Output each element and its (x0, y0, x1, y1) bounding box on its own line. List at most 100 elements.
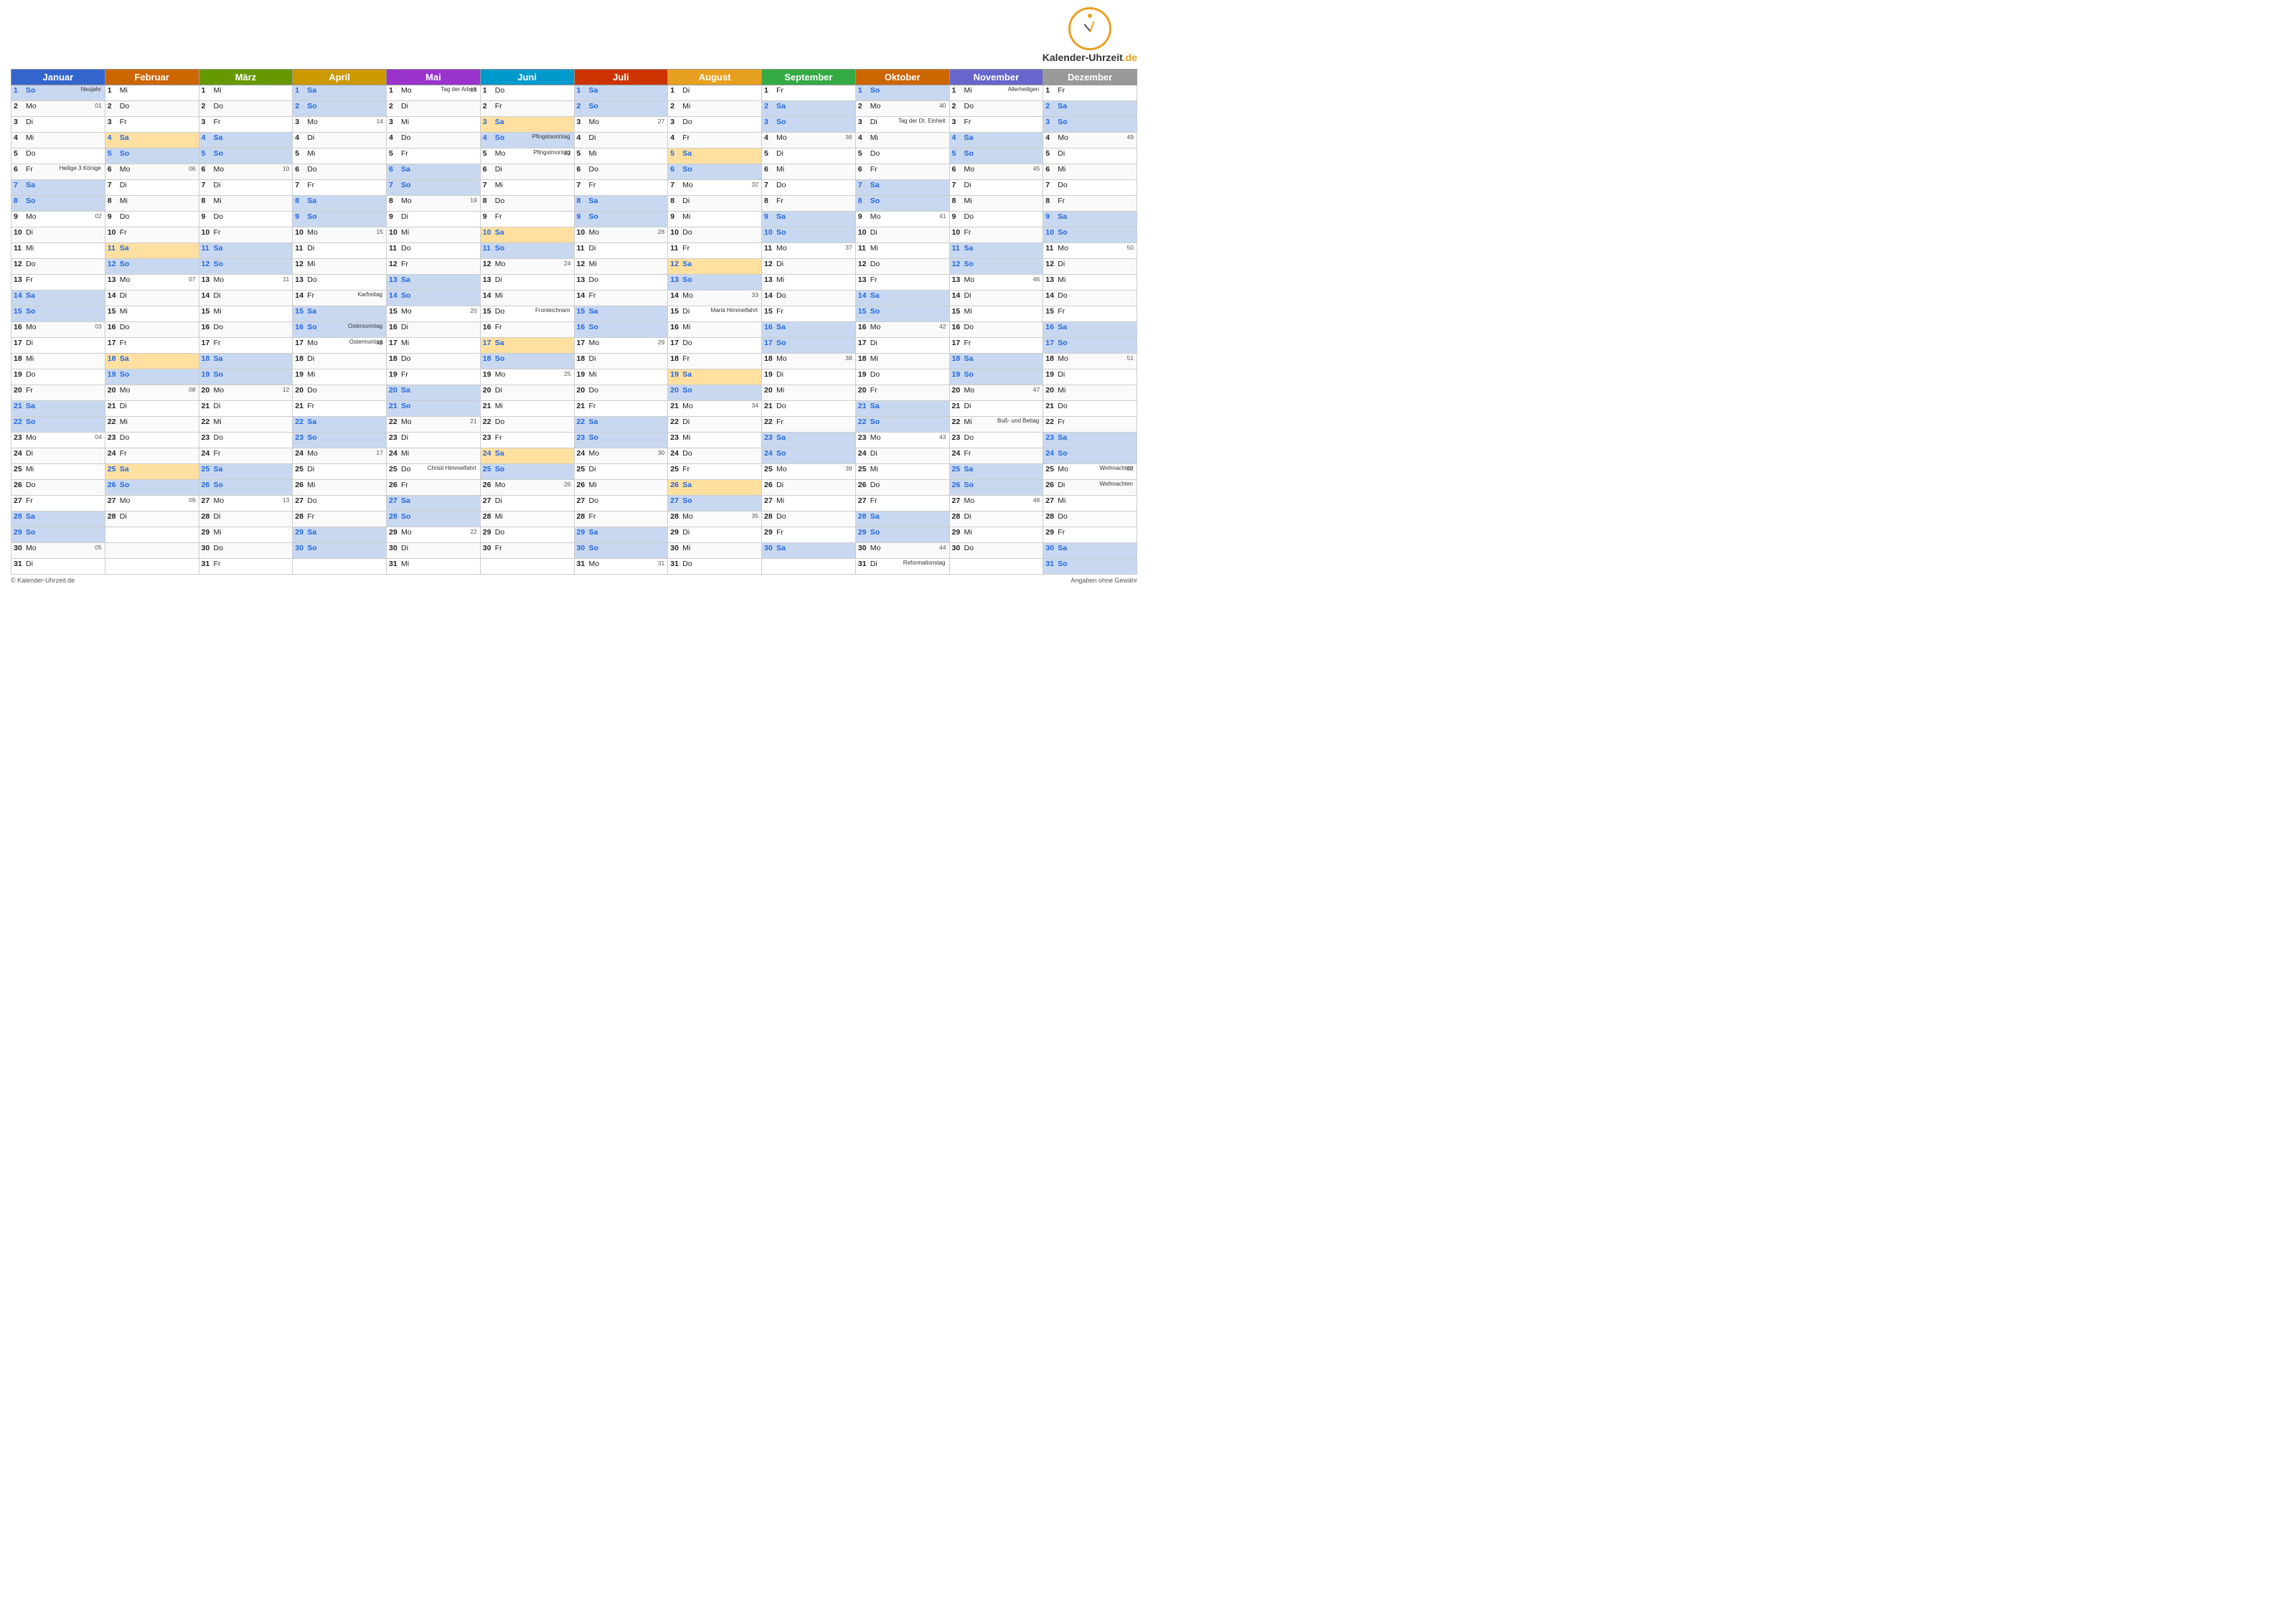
day-name: Sa (964, 244, 974, 253)
day-number: 18 (670, 354, 682, 363)
day-name: Di (776, 260, 784, 268)
day-number: 12 (483, 260, 494, 268)
day-number: 23 (108, 433, 119, 442)
day-name: Di (964, 402, 971, 410)
day-name: So (1058, 228, 1067, 237)
day-cell: 13 So (668, 275, 762, 291)
day-cell: 18 Mo38 (762, 354, 856, 369)
day-name: Mo (401, 528, 412, 537)
day-name: So (120, 260, 129, 268)
day-number: 11 (858, 244, 870, 253)
day-number: 11 (295, 244, 306, 253)
day-cell: 10 Fr (199, 227, 293, 243)
day-name: Do (682, 339, 692, 347)
day-number: 5 (295, 149, 306, 158)
day-number: 25 (295, 465, 306, 473)
week-number: 33 (752, 291, 758, 298)
day-cell: 26 Mo26 (480, 480, 574, 496)
day-cell: 15 Mi (105, 306, 199, 322)
week-number: 30 (658, 449, 664, 456)
day-cell: 4 Sa (949, 133, 1043, 148)
day-number: 27 (202, 496, 213, 505)
day-name: Sa (26, 291, 35, 300)
day-number: 12 (389, 260, 400, 268)
day-name: Fr (495, 212, 502, 221)
day-cell: 26 So (199, 480, 293, 496)
day-number: 18 (952, 354, 964, 363)
day-cell: 17 Fr (949, 338, 1043, 354)
day-cell: 31 Di (11, 559, 105, 575)
day-cell: 26 DiWeihnachten (1043, 480, 1137, 496)
day-cell: 4 Mo49 (1043, 133, 1137, 148)
day-number: 6 (952, 165, 964, 174)
day-name: Do (495, 418, 504, 426)
day-name: Sa (682, 149, 692, 158)
day-name: Di (682, 528, 690, 537)
day-name: Sa (870, 402, 880, 410)
day-cell: 18 Mi (855, 354, 949, 369)
day-cell: 19 Mi (293, 369, 387, 385)
week-number: 42 (939, 323, 946, 330)
day-number: 19 (295, 370, 306, 379)
day-number: 2 (108, 102, 119, 110)
day-number: 9 (295, 212, 306, 221)
day-cell: 30 Sa (762, 543, 856, 559)
day-name: Di (307, 354, 314, 363)
day-cell: 19 So (949, 369, 1043, 385)
day-cell: 2 Di (387, 101, 481, 117)
day-name: Fr (870, 496, 878, 505)
day-cell: 6 Do (574, 164, 668, 180)
day-cell: 23 Mo43 (855, 433, 949, 448)
day-number: 10 (764, 228, 776, 237)
day-name: So (495, 133, 504, 142)
day-cell: 20 Mo12 (199, 385, 293, 401)
day-cell: 27 Do (574, 496, 668, 512)
day-name: Fr (26, 496, 33, 505)
day-number: 22 (952, 418, 964, 426)
day-name: Sa (120, 354, 129, 363)
day-number: 10 (14, 228, 25, 237)
day-number: 28 (483, 512, 494, 521)
day-name: Mo (26, 433, 37, 442)
day-name: Mo (682, 291, 693, 300)
day-cell: 24 Fr (949, 448, 1043, 464)
day-number: 16 (858, 323, 870, 331)
day-name: So (589, 102, 598, 110)
day-cell: 21 Di (949, 401, 1043, 417)
day-number: 15 (858, 307, 870, 316)
day-number: 28 (858, 512, 870, 521)
day-number: 25 (108, 465, 119, 473)
day-cell: 5 Mo23Pfingstmontag (480, 148, 574, 164)
day-cell: 12 Fr (387, 259, 481, 275)
day-cell: 3 Fr (105, 117, 199, 133)
day-number: 12 (952, 260, 964, 268)
day-cell: 28 Do (1043, 512, 1137, 527)
day-name: Di (495, 165, 502, 174)
day-name: Do (682, 449, 692, 458)
day-cell: 6 Do (293, 164, 387, 180)
day-cell: 12 Di (762, 259, 856, 275)
day-number: 5 (202, 149, 213, 158)
day-cell: 28 Sa (11, 512, 105, 527)
day-name: Sa (120, 465, 129, 473)
day-name: Mi (776, 165, 784, 174)
day-number: 5 (483, 149, 494, 158)
day-name: Sa (870, 291, 880, 300)
day-cell: 13 Di (480, 275, 574, 291)
day-name: Mi (870, 133, 878, 142)
day-number: 10 (108, 228, 119, 237)
day-cell: 1 Fr (762, 85, 856, 101)
day-name: Fr (26, 165, 33, 174)
day-cell: 27 Do (293, 496, 387, 512)
day-name: Di (589, 133, 596, 142)
day-cell: 16 Mo42 (855, 322, 949, 338)
day-number: 10 (1045, 228, 1057, 237)
day-cell: 8 So (855, 196, 949, 212)
day-cell: 23 Do (199, 433, 293, 448)
week-number: 40 (939, 102, 946, 109)
day-cell: 8 Do (480, 196, 574, 212)
day-name: Sa (682, 260, 692, 268)
day-number: 13 (295, 275, 306, 284)
day-number: 30 (858, 544, 870, 552)
week-number: 49 (1127, 133, 1134, 141)
